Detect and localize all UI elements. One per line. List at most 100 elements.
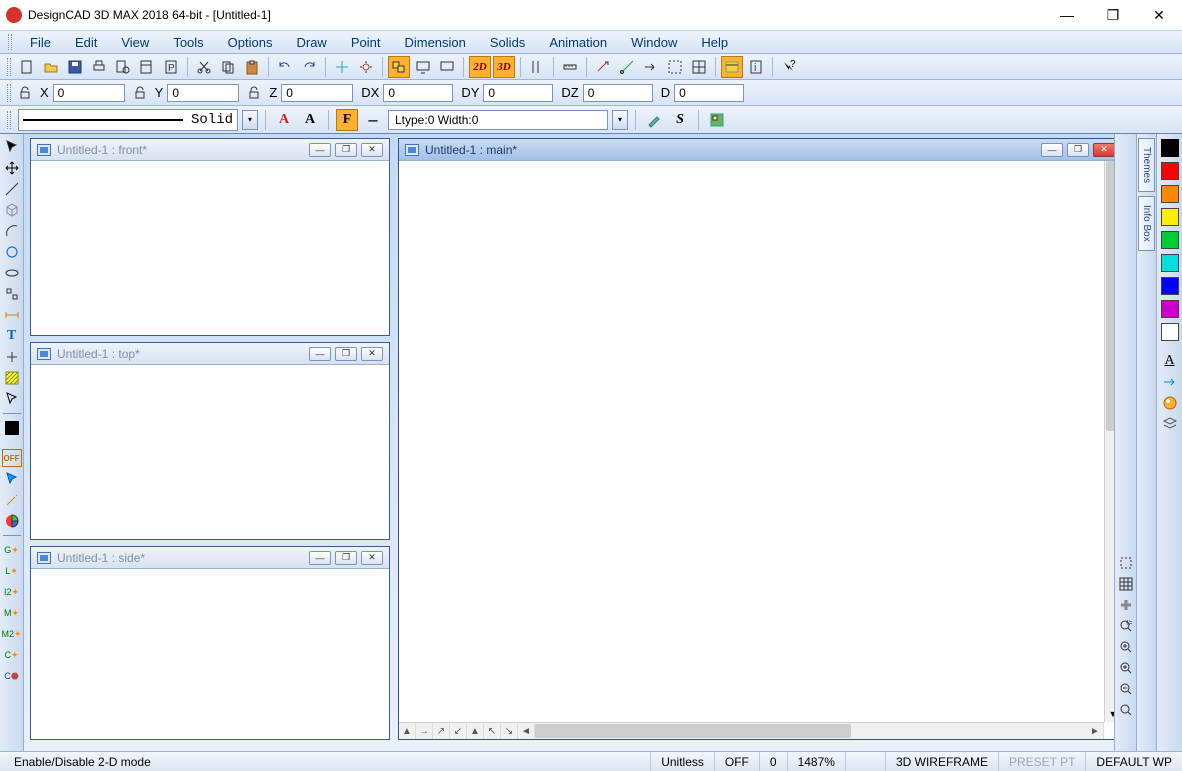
copy-button[interactable]	[217, 56, 239, 78]
viewport-maximize-button[interactable]: ❐	[335, 143, 357, 157]
viewport-side-window[interactable]: Untitled-1 : side* — ❐ ✕	[30, 546, 390, 740]
select-tool[interactable]	[2, 138, 22, 156]
ltype-dropdown-arrow[interactable]: ▾	[612, 110, 628, 130]
status-workplane[interactable]: DEFAULT WP	[1085, 752, 1182, 771]
apply-style-button[interactable]	[1160, 373, 1180, 391]
linestyle-dropdown[interactable]: Solid	[18, 109, 238, 131]
dx-input[interactable]	[383, 84, 453, 102]
mode-2d-button[interactable]: 2D	[469, 56, 491, 78]
dimension-tool-button[interactable]	[592, 56, 614, 78]
viewport-minimize-button[interactable]: —	[1041, 143, 1063, 157]
ruler-button[interactable]	[559, 56, 581, 78]
fill-toggle-button[interactable]: F	[336, 109, 358, 131]
scrollbar-thumb[interactable]	[535, 724, 851, 738]
status-zoom[interactable]: 1487%	[787, 752, 845, 771]
mode-3d-button[interactable]: 3D	[493, 56, 515, 78]
paste-button[interactable]	[241, 56, 263, 78]
dz-input[interactable]	[583, 84, 653, 102]
save-button[interactable]	[64, 56, 86, 78]
color-swatch-orange[interactable]	[1161, 185, 1179, 203]
status-rendermode[interactable]: 3D WIREFRAME	[885, 752, 998, 771]
nav-diag1-button[interactable]: ↙	[450, 723, 467, 739]
view-switch-button[interactable]	[412, 56, 434, 78]
window-maximize-button[interactable]: ❐	[1090, 0, 1136, 30]
quadrant-snap-tool[interactable]: C⬣	[2, 667, 22, 685]
align-button[interactable]	[526, 56, 548, 78]
move-origin-button[interactable]	[331, 56, 353, 78]
scale-a-button[interactable]: A	[273, 109, 295, 131]
tab-themes[interactable]: Themes	[1138, 138, 1155, 192]
nav-right-button[interactable]: →	[416, 723, 433, 739]
select-area-button[interactable]	[664, 56, 686, 78]
nav-up-button[interactable]: ▲	[399, 723, 416, 739]
measure-button[interactable]	[616, 56, 638, 78]
viewport-front-window[interactable]: Untitled-1 : front* — ❐ ✕	[30, 138, 390, 336]
box-tool[interactable]	[2, 201, 22, 219]
viewport-minimize-button[interactable]: —	[309, 551, 331, 565]
zoom-window-button[interactable]	[1116, 617, 1136, 635]
polygon-tool[interactable]	[2, 285, 22, 303]
cut-button[interactable]	[193, 56, 215, 78]
hatch-tool[interactable]	[2, 369, 22, 387]
move-tool[interactable]	[2, 159, 22, 177]
zoom-previous-button[interactable]	[1116, 701, 1136, 719]
color-swatch-black[interactable]	[1161, 139, 1179, 157]
layer-manager-button[interactable]	[1160, 415, 1180, 433]
viewport-top-window[interactable]: Untitled-1 : top* — ❐ ✕	[30, 342, 390, 540]
viewport-maximize-button[interactable]: ❐	[335, 551, 357, 565]
lock-x-button[interactable]	[14, 82, 36, 104]
center-snap-tool[interactable]: C✦	[2, 646, 22, 664]
select-cursor-tool[interactable]	[2, 470, 22, 488]
menu-point[interactable]: Point	[339, 32, 393, 53]
color-swatch-magenta[interactable]	[1161, 300, 1179, 318]
menu-draw[interactable]: Draw	[284, 32, 338, 53]
viewport-maximize-button[interactable]: ❐	[335, 347, 357, 361]
properties-button[interactable]: P	[160, 56, 182, 78]
style-manager-button[interactable]	[706, 109, 728, 131]
lock-z-button[interactable]	[243, 82, 265, 104]
line-snap-tool[interactable]: L✦	[2, 562, 22, 580]
redo-button[interactable]	[298, 56, 320, 78]
zoom-out-button[interactable]	[1116, 680, 1136, 698]
panel-toggle-button[interactable]	[721, 56, 743, 78]
menu-options[interactable]: Options	[216, 32, 285, 53]
status-snap[interactable]: OFF	[714, 752, 759, 771]
text-style-button[interactable]: A	[1160, 352, 1180, 370]
tab-infobox[interactable]: Info Box	[1138, 196, 1155, 251]
toolbar-grip-icon[interactable]	[7, 111, 11, 129]
color-swatch-white[interactable]	[1161, 323, 1179, 341]
z-input[interactable]	[281, 84, 353, 102]
weight-dash-button[interactable]: –	[362, 109, 384, 131]
render-button[interactable]	[436, 56, 458, 78]
menu-animation[interactable]: Animation	[537, 32, 619, 53]
horizontal-scrollbar[interactable]	[535, 723, 1087, 739]
zoom-in-button[interactable]	[1116, 659, 1136, 677]
color-swatch-red[interactable]	[1161, 162, 1179, 180]
line-tool[interactable]	[2, 180, 22, 198]
fit-view-button[interactable]	[1116, 554, 1136, 572]
toolbar-grip-icon[interactable]	[8, 34, 12, 50]
info-button[interactable]: i	[745, 56, 767, 78]
nav-nw-button[interactable]: ↖	[484, 723, 501, 739]
menu-solids[interactable]: Solids	[478, 32, 537, 53]
color-swatch-yellow[interactable]	[1161, 208, 1179, 226]
zoom-extents-button[interactable]	[1116, 638, 1136, 656]
nav-up2-button[interactable]: ▲	[467, 723, 484, 739]
magicwand-tool[interactable]	[2, 491, 22, 509]
color-swatch[interactable]	[2, 419, 22, 437]
menu-help[interactable]: Help	[689, 32, 740, 53]
menu-dimension[interactable]: Dimension	[392, 32, 477, 53]
viewport-close-button[interactable]: ✕	[361, 143, 383, 157]
new-file-button[interactable]	[16, 56, 38, 78]
status-units[interactable]: Unitless	[650, 752, 714, 771]
toolbar-grip-icon[interactable]	[7, 84, 11, 102]
pointer2-tool[interactable]	[2, 390, 22, 408]
viewport-minimize-button[interactable]: —	[309, 143, 331, 157]
y-input[interactable]	[167, 84, 239, 102]
ltype-width-display[interactable]: Ltype:0 Width:0	[388, 110, 608, 130]
viewport-close-button[interactable]: ✕	[1093, 143, 1115, 157]
viewport-top-titlebar[interactable]: Untitled-1 : top* — ❐ ✕	[31, 343, 389, 365]
snap-button[interactable]	[355, 56, 377, 78]
nav-nw2-button[interactable]: ↘	[501, 723, 518, 739]
toolbar-grip-icon[interactable]	[7, 58, 11, 76]
